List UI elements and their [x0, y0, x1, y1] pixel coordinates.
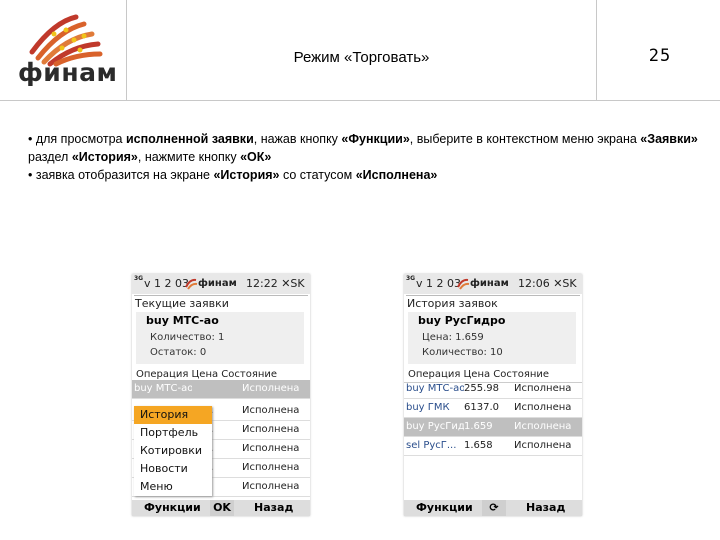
- order-price: Цена: 1.659: [422, 332, 484, 343]
- finam-logo-icon: [457, 278, 470, 290]
- status-time: 12:22 ✕SK: [246, 277, 305, 290]
- ok-button[interactable]: OK: [210, 500, 234, 516]
- network-indicator: 3G: [406, 275, 416, 282]
- bullet-1: • для просмотра исполненной заявки, нажа…: [28, 132, 698, 164]
- screen-title: Текущие заявки: [135, 297, 229, 310]
- phone-screen-history: 3G v 1 2 03 финам 12:06 ✕SK История заяв…: [404, 274, 582, 516]
- menu-item-menu[interactable]: Меню: [134, 478, 212, 496]
- softkey-bar: Функции OK Назад: [132, 500, 310, 516]
- functions-button[interactable]: Функции: [144, 500, 201, 516]
- menu-item-quotes[interactable]: Котировки: [134, 442, 212, 460]
- instructions: • для просмотра исполненной заявки, нажа…: [28, 130, 708, 184]
- status-bar: 3G v 1 2 03 финам 12:22 ✕SK: [132, 274, 310, 294]
- page-title: Режим «Торговать»: [293, 49, 430, 66]
- table-row[interactable]: buy МТС-ао 255.98 Исполнена: [404, 380, 582, 399]
- table-row[interactable]: buy МТС-ао Исполнена: [132, 380, 310, 399]
- order-quantity: Количество: 1: [150, 332, 225, 343]
- functions-button[interactable]: Функции: [416, 500, 473, 516]
- phone-screen-orders: 3G v 1 2 03 финам 12:22 ✕SK Текущие заяв…: [132, 274, 310, 516]
- page-number: 25: [648, 46, 672, 66]
- table-row[interactable]: buy РусГидро1.659Исполнена: [404, 418, 582, 437]
- order-name: buy РусГидро: [418, 314, 506, 327]
- order-remaining: Остаток: 0: [150, 347, 207, 358]
- back-button[interactable]: Назад: [254, 500, 293, 516]
- order-quantity: Количество: 10: [422, 347, 503, 358]
- back-button[interactable]: Назад: [526, 500, 565, 516]
- bullet-2: • заявка отобразится на экране «История»…: [28, 168, 438, 182]
- header-divider-left: [126, 0, 127, 100]
- table-row[interactable]: sel РусГ... 1.658 Исполнена: [404, 437, 582, 456]
- table-row[interactable]: buy ГМК 6137.0 Исполнена: [404, 399, 582, 418]
- screen-title: История заявок: [407, 297, 498, 310]
- order-card: buy РусГидро Цена: 1.659 Количество: 10: [408, 312, 576, 364]
- logo-text: финам: [18, 58, 118, 87]
- header-divider-bottom: [0, 100, 720, 101]
- status-bar: 3G v 1 2 03 финам 12:06 ✕SK: [404, 274, 582, 294]
- status-time: 12:06 ✕SK: [518, 277, 577, 290]
- context-menu: История Портфель Котировки Новости Меню: [134, 406, 212, 496]
- status-brand: финам: [470, 278, 509, 289]
- refresh-icon[interactable]: ⟳: [482, 500, 506, 516]
- menu-item-portfolio[interactable]: Портфель: [134, 424, 212, 442]
- status-brand: финам: [198, 278, 237, 289]
- app-version: v 1 2 03: [416, 277, 461, 290]
- softkey-bar: Функции ⟳ Назад: [404, 500, 582, 516]
- menu-item-history[interactable]: История: [134, 406, 212, 424]
- app-version: v 1 2 03: [144, 277, 189, 290]
- network-indicator: 3G: [134, 275, 144, 282]
- header-divider-right: [596, 0, 597, 100]
- menu-item-news[interactable]: Новости: [134, 460, 212, 478]
- order-card: buy МТС-ао Количество: 1 Остаток: 0: [136, 312, 304, 364]
- order-name: buy МТС-ао: [146, 314, 219, 327]
- finam-logo-icon: [185, 278, 198, 290]
